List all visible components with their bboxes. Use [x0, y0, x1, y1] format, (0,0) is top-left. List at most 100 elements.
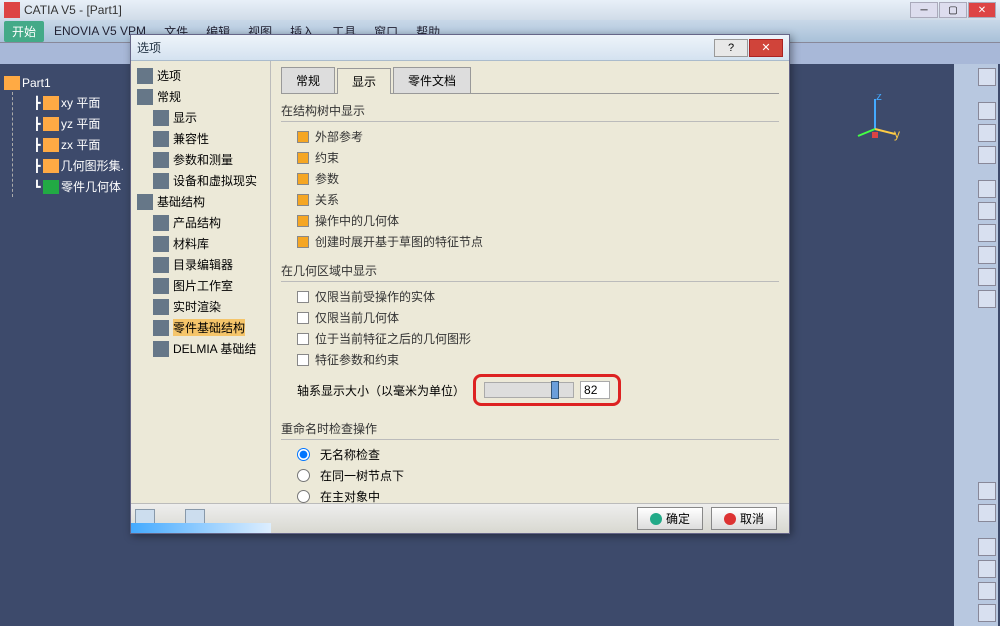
right-toolbar-2: [954, 64, 976, 626]
svg-text:z: z: [876, 94, 882, 103]
checkbox-icon: [297, 152, 309, 164]
nav-display[interactable]: 显示: [151, 107, 266, 128]
tree-root-label: Part1: [22, 76, 51, 90]
opt-param[interactable]: 参数: [281, 168, 779, 189]
nav-compat[interactable]: 兼容性: [151, 128, 266, 149]
radio-no-check[interactable]: 无名称检查: [281, 444, 779, 465]
nav-part-infra[interactable]: 零件基础结构: [151, 317, 266, 338]
nav-render[interactable]: 实时渲染: [151, 296, 266, 317]
nav-param[interactable]: 参数和测量: [151, 149, 266, 170]
dialog-nav: 选项 常规 显示 兼容性 参数和测量 设备和虚拟现实 基础结构 产品结构 材料库…: [131, 61, 271, 503]
tool-icon[interactable]: [978, 68, 996, 86]
dialog-titlebar: 选项 ? ✕: [131, 35, 789, 61]
tool-icon[interactable]: [978, 224, 996, 242]
maximize-button[interactable]: ▢: [939, 2, 967, 18]
axis-size-value[interactable]: 82: [580, 381, 610, 399]
tool-icon[interactable]: [978, 146, 996, 164]
radio-main-obj[interactable]: 在主对象中: [281, 486, 779, 507]
right-toolbar-1: [976, 64, 998, 626]
opt-constraint[interactable]: 约束: [281, 147, 779, 168]
checkbox-icon: [297, 333, 309, 345]
tool-icon[interactable]: [978, 202, 996, 220]
nav-general[interactable]: 常规: [135, 86, 266, 107]
tree-geomset[interactable]: ┣几何图形集.: [31, 155, 124, 176]
group-title: 在结构树中显示: [281, 100, 779, 122]
axis-size-highlight: 82: [473, 374, 621, 406]
tab-partdoc[interactable]: 零件文档: [393, 67, 471, 93]
tree-zx-plane[interactable]: ┣zx 平面: [31, 134, 124, 155]
plane-icon: [43, 96, 59, 110]
dialog-help-button[interactable]: ?: [714, 39, 748, 57]
opt-external-ref[interactable]: 外部参考: [281, 126, 779, 147]
radio-input[interactable]: [297, 490, 310, 503]
dialog-close-button[interactable]: ✕: [749, 39, 783, 57]
tree-partbody[interactable]: ┗零件几何体: [31, 176, 124, 197]
nav-device[interactable]: 设备和虚拟现实: [151, 170, 266, 191]
tool-icon[interactable]: [978, 102, 996, 120]
checkbox-icon: [297, 173, 309, 185]
tool-icon[interactable]: [978, 604, 996, 622]
ok-button[interactable]: 确定: [637, 507, 703, 530]
opt-only-operated[interactable]: 仅限当前受操作的实体: [281, 286, 779, 307]
tool-icon[interactable]: [978, 582, 996, 600]
tree-root[interactable]: Part1: [4, 74, 124, 92]
param-icon: [153, 152, 169, 168]
geomset-icon: [43, 159, 59, 173]
checkbox-icon: [297, 354, 309, 366]
cancel-icon: [724, 513, 736, 525]
device-icon: [153, 173, 169, 189]
spec-tree: Part1 ┣xy 平面 ┣yz 平面 ┣zx 平面 ┣几何图形集. ┗零件几何…: [4, 74, 124, 197]
opt-expand-sketch[interactable]: 创建时展开基于草图的特征节点: [281, 231, 779, 252]
opt-body-in-work[interactable]: 操作中的几何体: [281, 210, 779, 231]
delmia-icon: [153, 341, 169, 357]
opt-after-feature[interactable]: 位于当前特征之后的几何图形: [281, 328, 779, 349]
options-icon: [137, 68, 153, 84]
tool-icon[interactable]: [978, 268, 996, 286]
nav-material[interactable]: 材料库: [151, 233, 266, 254]
app-icon: [4, 2, 20, 18]
tool-icon[interactable]: [978, 482, 996, 500]
nav-options-root[interactable]: 选项: [135, 65, 266, 86]
folder-icon: [137, 194, 153, 210]
cancel-button[interactable]: 取消: [711, 507, 777, 530]
dialog-title: 选项: [137, 39, 714, 56]
axis-size-slider[interactable]: [484, 382, 574, 398]
opt-only-current[interactable]: 仅限当前几何体: [281, 307, 779, 328]
main-titlebar: CATIA V5 - [Part1] ─ ▢ ✕: [0, 0, 1000, 20]
plane-icon: [43, 117, 59, 131]
tool-icon[interactable]: [978, 290, 996, 308]
tree-xy-plane[interactable]: ┣xy 平面: [31, 92, 124, 113]
radio-input[interactable]: [297, 448, 310, 461]
nav-product[interactable]: 产品结构: [151, 212, 266, 233]
nav-catalog[interactable]: 目录编辑器: [151, 254, 266, 275]
radio-input[interactable]: [297, 469, 310, 482]
tab-general[interactable]: 常规: [281, 67, 335, 93]
workspace: Part1 ┣xy 平面 ┣yz 平面 ┣zx 平面 ┣几何图形集. ┗零件几何…: [0, 64, 1000, 626]
tool-icon[interactable]: [978, 560, 996, 578]
checkbox-icon: [297, 291, 309, 303]
close-button[interactable]: ✕: [968, 2, 996, 18]
tree-yz-plane[interactable]: ┣yz 平面: [31, 113, 124, 134]
minimize-button[interactable]: ─: [910, 2, 938, 18]
tool-icon[interactable]: [978, 180, 996, 198]
checkbox-icon: [297, 194, 309, 206]
start-menu[interactable]: 开始: [4, 21, 44, 42]
tool-icon[interactable]: [978, 504, 996, 522]
nav-infra[interactable]: 基础结构: [135, 191, 266, 212]
nav-photo[interactable]: 图片工作室: [151, 275, 266, 296]
nav-delmia[interactable]: DELMIA 基础结: [151, 338, 266, 359]
tab-display[interactable]: 显示: [337, 68, 391, 94]
slider-thumb[interactable]: [551, 381, 559, 399]
tool-icon[interactable]: [978, 124, 996, 142]
window-title: CATIA V5 - [Part1]: [24, 3, 910, 17]
axis-gizmo: z y: [850, 94, 900, 144]
display-icon: [153, 110, 169, 126]
tool-icon[interactable]: [978, 538, 996, 556]
dialog-content: 常规 显示 零件文档 在结构树中显示 外部参考 约束 参数 关系 操作中的几何体…: [271, 61, 789, 503]
part-icon: [153, 320, 169, 336]
tool-icon[interactable]: [978, 246, 996, 264]
radio-same-node[interactable]: 在同一树节点下: [281, 465, 779, 486]
opt-feature-params[interactable]: 特征参数和约束: [281, 349, 779, 370]
body-icon: [43, 180, 59, 194]
opt-relation[interactable]: 关系: [281, 189, 779, 210]
